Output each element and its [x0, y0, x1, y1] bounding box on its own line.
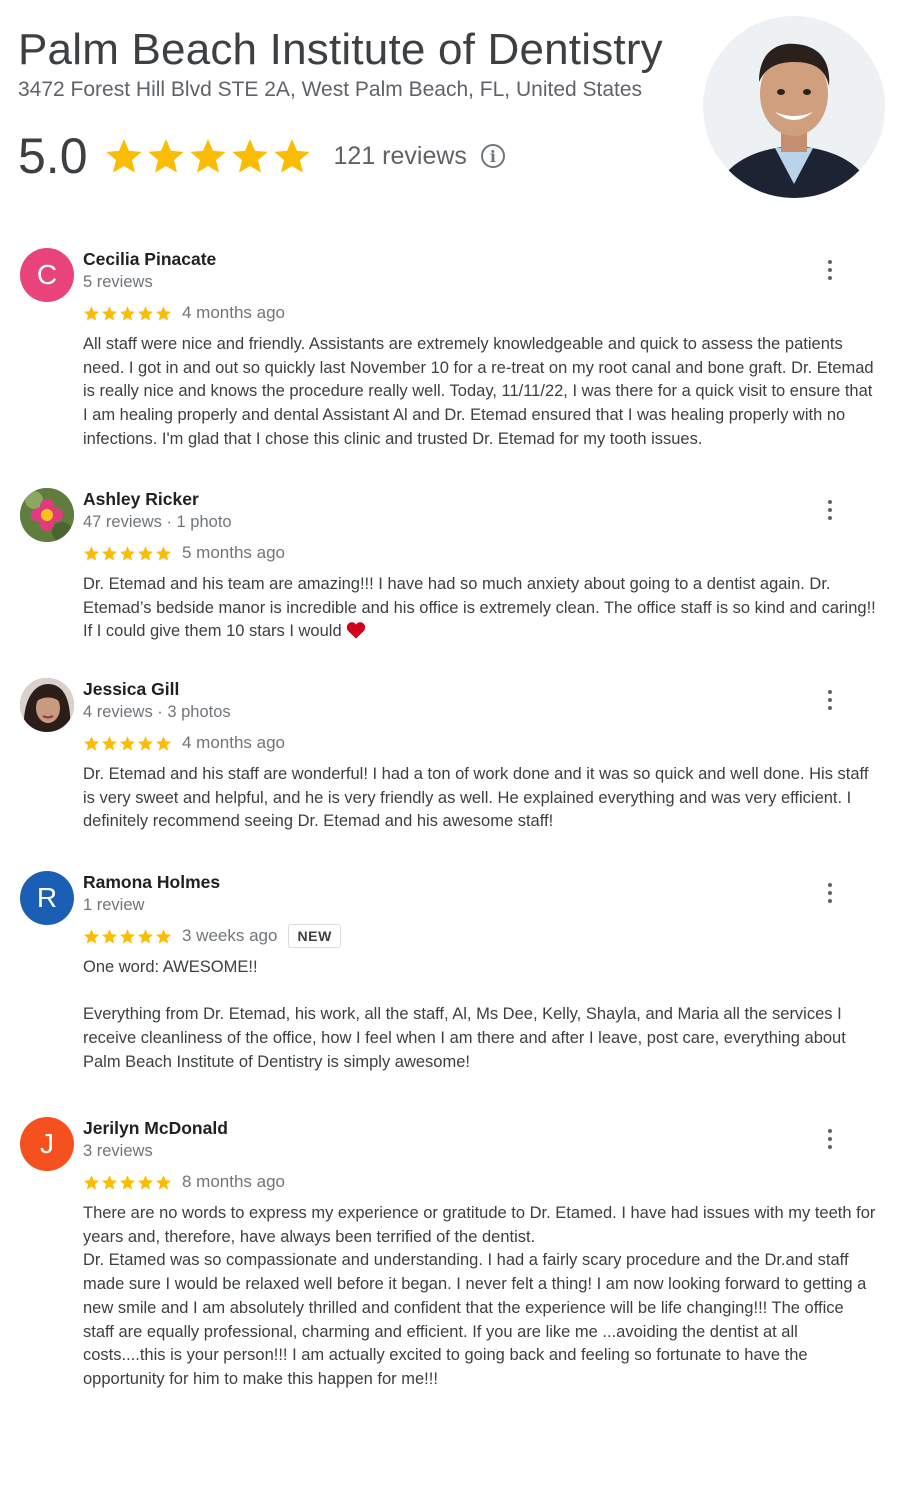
review-card: C Cecilia Pinacate 5 reviews 4 months ag… — [20, 248, 880, 452]
star-icon — [155, 928, 172, 944]
rating-summary: 5.0 121 reviews i — [18, 128, 698, 184]
review-count-link[interactable]: 121 reviews — [334, 142, 467, 171]
star-icon — [189, 139, 226, 173]
star-icon — [155, 545, 172, 561]
review-text: Dr. Etemad and his team are amazing!!! I… — [83, 573, 878, 644]
review-stars — [83, 1174, 172, 1191]
star-icon — [147, 139, 184, 173]
review-text: Dr. Etemad and his staff are wonderful! … — [83, 765, 869, 831]
reviewer-name[interactable]: Cecilia Pinacate — [83, 248, 880, 270]
more-vert-icon[interactable] — [820, 1127, 840, 1151]
reviewer-meta[interactable]: 5 reviews — [83, 271, 880, 293]
reviewer-name[interactable]: Ramona Holmes — [83, 871, 880, 893]
star-icon — [101, 305, 118, 321]
business-header: Palm Beach Institute of Dentistry 3472 F… — [18, 24, 698, 184]
review-text: One word: AWESOME!! Everything from Dr. … — [83, 958, 846, 1071]
star-icon — [137, 735, 154, 751]
avatar[interactable]: R — [20, 871, 74, 925]
business-name: Palm Beach Institute of Dentistry — [18, 25, 663, 74]
review-rating-row: 4 months ago — [83, 300, 880, 326]
more-vert-icon[interactable] — [820, 688, 840, 712]
review-card: Ashley Ricker 47 reviews · 1 photo 5 mon… — [20, 488, 880, 644]
rating-value: 5.0 — [18, 128, 88, 184]
star-icon — [155, 305, 172, 321]
star-icon — [119, 735, 136, 751]
review-time: 4 months ago — [182, 733, 286, 752]
avatar[interactable]: C — [20, 248, 74, 302]
star-icon — [101, 735, 118, 751]
new-badge: NEW — [288, 924, 341, 948]
review-time: 8 months ago — [182, 1172, 286, 1191]
review-text: All staff were nice and friendly. Assist… — [83, 335, 874, 448]
star-icon — [119, 928, 136, 944]
avatar[interactable]: J — [20, 1117, 74, 1171]
review-text: There are no words to express my experie… — [83, 1204, 876, 1388]
star-icon — [83, 305, 100, 321]
review-rating-row: 3 weeks ago NEW — [83, 923, 880, 949]
review-time: 4 months ago — [182, 303, 286, 322]
star-icon — [273, 139, 310, 173]
star-icon — [137, 305, 154, 321]
review-card: R Ramona Holmes 1 review 3 weeks ago NEW… — [20, 871, 880, 1075]
star-icon — [155, 1174, 172, 1190]
reviewer-meta[interactable]: 47 reviews · 1 photo — [83, 511, 880, 533]
more-vert-icon[interactable] — [820, 881, 840, 905]
reviewer-name[interactable]: Jerilyn McDonald — [83, 1117, 880, 1139]
reviewer-meta[interactable]: 4 reviews · 3 photos — [83, 701, 880, 723]
business-address: 3472 Forest Hill Blvd STE 2A, West Palm … — [18, 78, 643, 101]
star-icon — [155, 735, 172, 751]
review-time: 5 months ago — [182, 543, 286, 562]
reviewer-meta[interactable]: 3 reviews — [83, 1140, 880, 1162]
avatar[interactable] — [20, 488, 74, 542]
review-text-content: Dr. Etemad and his team are amazing!!! I… — [83, 575, 876, 641]
heart-icon — [347, 622, 366, 639]
reviewer-name[interactable]: Jessica Gill — [83, 678, 880, 700]
star-icon — [101, 545, 118, 561]
star-icon — [83, 928, 100, 944]
star-icon — [231, 139, 268, 173]
review-stars — [83, 305, 172, 322]
review-stars — [83, 928, 172, 945]
review-rating-row: 5 months ago — [83, 540, 880, 566]
star-icon — [137, 545, 154, 561]
review-stars — [83, 735, 172, 752]
rating-stars — [104, 136, 312, 176]
star-icon — [105, 139, 142, 173]
star-icon — [101, 1174, 118, 1190]
star-icon — [101, 928, 118, 944]
more-vert-icon[interactable] — [820, 258, 840, 282]
star-icon — [83, 1174, 100, 1190]
more-vert-icon[interactable] — [820, 498, 840, 522]
review-card: Jessica Gill 4 reviews · 3 photos 4 mont… — [20, 678, 880, 834]
review-rating-row: 4 months ago — [83, 730, 880, 756]
profile-photo — [703, 16, 885, 198]
review-stars — [83, 545, 172, 562]
reviewer-meta[interactable]: 1 review — [83, 894, 880, 916]
star-icon — [83, 545, 100, 561]
avatar[interactable] — [20, 678, 74, 732]
star-icon — [119, 305, 136, 321]
review-card: J Jerilyn McDonald 3 reviews 8 months ag… — [20, 1117, 880, 1392]
review-time: 3 weeks ago — [182, 926, 278, 945]
star-icon — [119, 545, 136, 561]
star-icon — [119, 1174, 136, 1190]
info-icon[interactable]: i — [480, 144, 505, 168]
reviewer-name[interactable]: Ashley Ricker — [83, 488, 880, 510]
star-icon — [137, 928, 154, 944]
review-rating-row: 8 months ago — [83, 1169, 880, 1195]
star-icon — [137, 1174, 154, 1190]
star-icon — [83, 735, 100, 751]
